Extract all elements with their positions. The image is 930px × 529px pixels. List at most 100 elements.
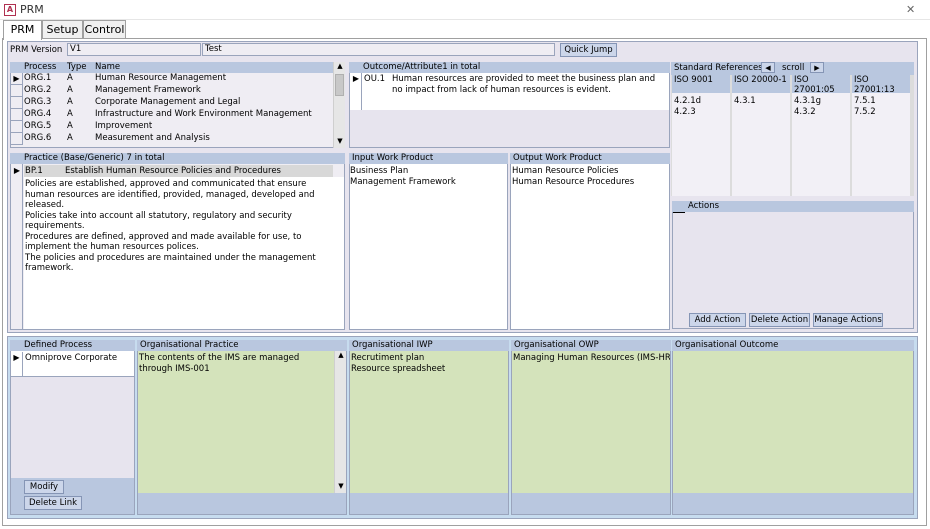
standard-ref-column: ISO 20000-1 4.3.1 [732, 75, 790, 196]
outcome-header: Outcome/Attribute1 in total [349, 62, 670, 73]
scroll-up-icon[interactable]: ▲ [335, 62, 345, 72]
tab-prm[interactable]: PRM [3, 20, 42, 40]
practice-desc-line: Policies are established, approved and c… [25, 179, 315, 210]
process-type: A [67, 133, 73, 143]
actions-selector [673, 212, 685, 213]
row-selector[interactable]: ▶ [11, 73, 23, 85]
scroll-down-icon[interactable]: ▼ [335, 137, 345, 147]
process-row[interactable]: ORG.4 A Infrastructure and Work Environmen… [11, 109, 333, 121]
standard-ref-values: 7.5.1 7.5.2 [852, 93, 910, 196]
standard-ref-value[interactable]: 4.3.1g [794, 96, 821, 107]
process-id: ORG.3 [24, 97, 52, 107]
standard-ref-values: 4.3.1g 4.3.2 [792, 93, 850, 196]
practice-desc-line: The policies and procedures are maintain… [25, 252, 316, 274]
output-wp-item[interactable]: Human Resource Policies [512, 166, 618, 177]
scroll-down-icon[interactable]: ▼ [336, 482, 346, 492]
delete-action-button[interactable]: Delete Action [749, 313, 810, 327]
col-name: Name [95, 62, 121, 72]
standard-ref-value[interactable]: 7.5.2 [854, 107, 876, 118]
org-iwp-item[interactable]: Recrutiment plan [351, 353, 424, 364]
input-wp-item[interactable]: Business Plan [350, 166, 408, 177]
org-owp-header: Organisational OWP [511, 340, 671, 351]
prm-version-label: PRM Version [10, 45, 63, 55]
prm-name-field[interactable]: Test [202, 43, 555, 56]
process-type: A [67, 73, 73, 83]
row-selector[interactable] [11, 109, 23, 121]
process-row[interactable]: ORG.2 A Management Framework [11, 85, 333, 97]
org-iwp-header: Organisational IWP [349, 340, 509, 351]
process-row[interactable]: ORG.5 A Improvement [11, 121, 333, 133]
org-practice-text: The contents of the IMS are managed thro… [139, 353, 300, 374]
practice-title: Establish Human Resource Policies and Pr… [65, 166, 281, 176]
org-practice-scrollbar[interactable]: ▲ ▼ [334, 351, 346, 493]
process-name: Improvement [95, 121, 153, 131]
process-name: Management Framework [95, 85, 201, 95]
modify-button[interactable]: Modify [24, 480, 64, 494]
col-process: Process [24, 62, 57, 72]
close-icon[interactable]: ✕ [906, 3, 915, 16]
process-row[interactable]: ORG.6 A Measurement and Analysis [11, 133, 333, 145]
process-list-scrollbar[interactable]: ▲ ▼ [333, 62, 345, 148]
defined-process-header: Defined Process [10, 340, 135, 351]
defined-process-selector: ▶ [11, 352, 23, 376]
practice-row-selector: ▶ [13, 166, 21, 175]
scroll-thumb[interactable] [335, 74, 344, 96]
input-wp-header: Input Work Product [349, 153, 508, 164]
process-name: Infrastructure and Work Environment Mana… [95, 109, 312, 119]
scroll-up-icon[interactable]: ▲ [336, 351, 346, 361]
process-id: ORG.6 [24, 133, 52, 143]
input-wp-item[interactable]: Management Framework [350, 177, 456, 188]
standard-ref-header: ISO 27001:13 [852, 75, 910, 93]
org-outcome-field[interactable] [673, 351, 913, 493]
process-id: ORG.5 [24, 121, 52, 131]
standard-ref-value[interactable]: 4.2.3 [674, 107, 696, 118]
actions-header: Actions [672, 201, 914, 212]
output-wp-header: Output Work Product [510, 153, 670, 164]
process-name: Human Resource Management [95, 73, 227, 83]
row-selector[interactable] [11, 121, 23, 133]
outcome-id: OU.1 [364, 74, 386, 84]
row-selector[interactable] [11, 97, 23, 109]
manage-actions-button[interactable]: Manage Actions [813, 313, 883, 327]
tab-setup[interactable]: Setup [42, 20, 83, 39]
process-row[interactable]: ORG.3 A Corporate Management and Legal [11, 97, 333, 109]
standard-ref-value[interactable]: 4.3.1 [734, 96, 756, 107]
standard-ref-value[interactable]: 4.2.1d [674, 96, 701, 107]
process-row[interactable]: ▶ ORG.1 A Human Resource Management [11, 73, 333, 85]
scroll-left-icon[interactable]: ◀ [761, 62, 775, 73]
window-title: PRM [20, 3, 44, 16]
practice-id: BP.1 [25, 166, 43, 176]
org-owp-list: Managing Human Resources (IMS-HR1 [512, 351, 670, 493]
process-type: A [67, 109, 73, 119]
row-selector[interactable] [11, 85, 23, 97]
add-action-button[interactable]: Add Action [689, 313, 746, 327]
standard-ref-column: ISO 27001:05 4.3.1g 4.3.2 [792, 75, 850, 196]
output-wp-item[interactable]: Human Resource Procedures [512, 177, 634, 188]
process-id: ORG.1 [24, 73, 52, 83]
practice-header: Practice (Base/Generic) 7 in total [10, 153, 345, 164]
process-list-header [10, 62, 333, 73]
quick-jump-button[interactable]: Quick Jump [560, 43, 617, 57]
outcome-text: Human resources are provided to meet the… [392, 74, 656, 95]
scroll-label: scroll [782, 63, 805, 73]
org-owp-item[interactable]: Managing Human Resources (IMS-HR1 [512, 351, 670, 364]
defined-process-item[interactable]: Omniprove Corporate [25, 353, 117, 364]
process-type: A [67, 85, 73, 95]
standard-ref-value[interactable]: 4.3.2 [794, 107, 816, 118]
output-wp-list [511, 164, 669, 329]
row-selector[interactable] [11, 133, 23, 145]
org-iwp-item[interactable]: Resource spreadsheet [351, 364, 445, 375]
standard-ref-value[interactable]: 7.5.1 [854, 96, 876, 107]
version-field[interactable]: V1 [67, 43, 201, 56]
org-practice-header: Organisational Practice [137, 340, 347, 351]
outcome-row-selector: ▶ [351, 73, 362, 110]
standard-ref-column: ISO 9001 4.2.1d 4.2.3 [672, 75, 730, 196]
prm-name-value: Test [205, 44, 222, 54]
process-name: Corporate Management and Legal [95, 97, 241, 107]
practice-desc-line: Procedures are defined, approved and mad… [25, 231, 302, 253]
standard-ref-values: 4.2.1d 4.2.3 [672, 93, 730, 196]
delete-link-button[interactable]: Delete Link [24, 496, 82, 510]
process-id: ORG.2 [24, 85, 52, 95]
scroll-right-icon[interactable]: ▶ [810, 62, 824, 73]
tab-control[interactable]: Control [83, 20, 126, 39]
